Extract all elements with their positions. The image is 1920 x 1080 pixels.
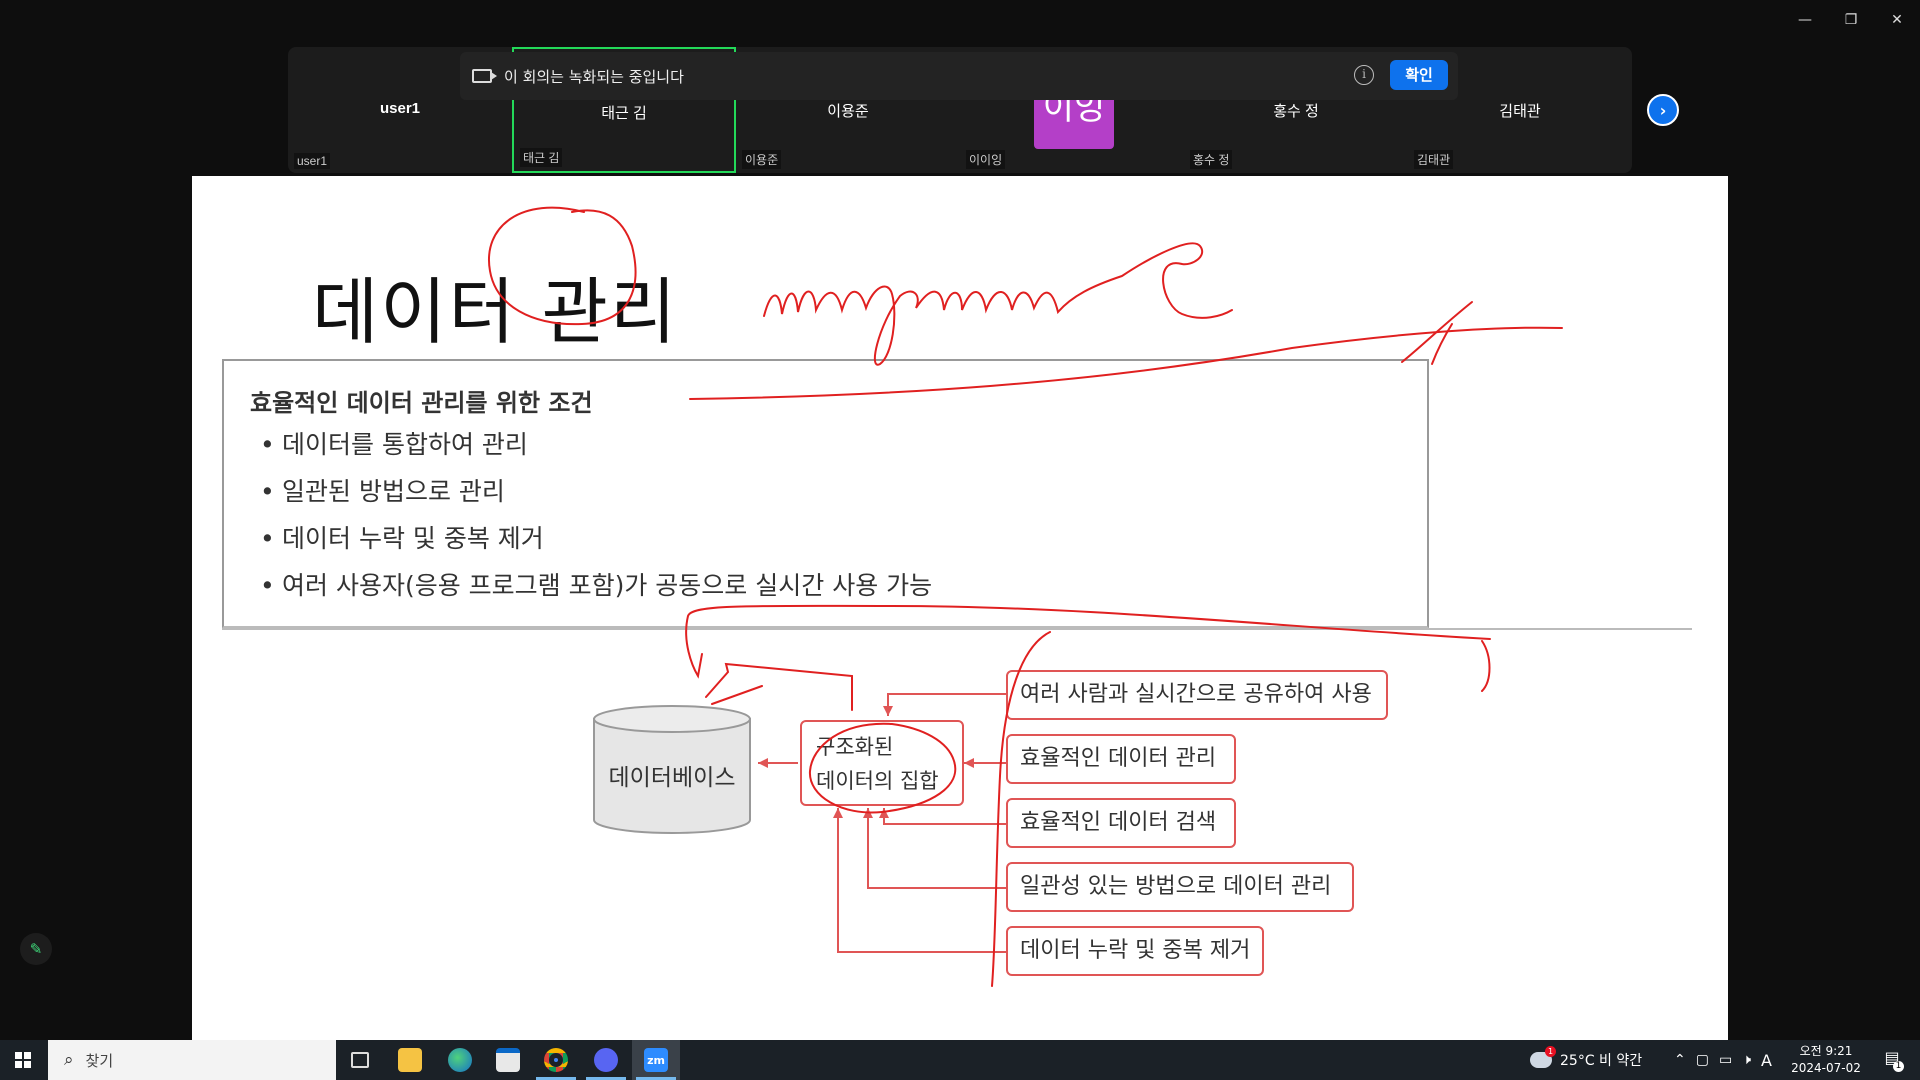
feature-box: 효율적인 데이터 검색 <box>1006 798 1236 848</box>
edge-icon <box>448 1048 472 1072</box>
cloud-rain-icon: 1 <box>1530 1046 1556 1068</box>
chrome-icon <box>544 1048 568 1072</box>
chrome-button[interactable] <box>532 1040 580 1080</box>
participant-label: 김태관 <box>1414 150 1454 169</box>
store-icon <box>496 1048 520 1072</box>
participant-name: 이용준 <box>827 103 869 120</box>
search-icon: ⌕ <box>64 1050 74 1070</box>
feature-box: 효율적인 데이터 관리 <box>1006 734 1236 784</box>
conditions-list: 데이터를 통합하여 관리 일관된 방법으로 관리 데이터 누락 및 중복 제거 … <box>254 427 932 615</box>
edge-button[interactable] <box>436 1040 484 1080</box>
start-button[interactable] <box>0 1040 46 1080</box>
chevron-right-icon: › <box>1659 100 1667 120</box>
list-item: 데이터 누락 및 중복 제거 <box>254 521 932 568</box>
notification-center-button[interactable]: ▤ 1 <box>1880 1048 1904 1072</box>
discord-icon <box>594 1048 618 1072</box>
ink-cross-mark <box>1401 301 1473 363</box>
participant-label: user1 <box>294 153 331 169</box>
file-explorer-button[interactable] <box>386 1040 434 1080</box>
recording-notice-banner: 이 회의는 녹화되는 중입니다 i 확인 <box>460 52 1458 100</box>
conditions-box: 효율적인 데이터 관리를 위한 조건 데이터를 통합하여 관리 일관된 방법으로… <box>222 359 1429 628</box>
pen-icon: ✎ <box>29 940 43 958</box>
windows-logo-icon <box>15 1052 31 1068</box>
minimize-button[interactable]: — <box>1782 0 1828 40</box>
zoom-button[interactable]: zm <box>632 1040 680 1080</box>
gallery-next-page-button[interactable]: › <box>1647 94 1679 126</box>
center-line-2: 데이터의 집합 <box>816 769 939 793</box>
participant-label: 이용준 <box>742 150 782 169</box>
participant-name: 태근 김 <box>601 105 647 122</box>
window-controls: — ❐ ✕ <box>1782 0 1920 40</box>
database-cylinder-top <box>593 705 751 733</box>
task-view-icon <box>351 1052 369 1068</box>
weather-widget[interactable]: 1 25°C 비 약간 <box>1530 1040 1642 1080</box>
search-placeholder: 찾기 <box>85 1051 114 1070</box>
feature-box: 데이터 누락 및 중복 제거 <box>1006 926 1264 976</box>
list-item: 데이터를 통합하여 관리 <box>254 427 932 474</box>
discord-button[interactable] <box>582 1040 630 1080</box>
slide-title: 데이터 관리 <box>312 270 679 354</box>
task-view-button[interactable] <box>336 1040 384 1080</box>
participant-label: 홍수 정 <box>1190 150 1233 169</box>
windows-taskbar: ⌕ 찾기 zm 1 25°C 비 약간 ⌃ ▢ ▭ 🕨 A 오전 9:21 20… <box>0 1040 1920 1080</box>
input-method-indicator[interactable]: A <box>1761 1051 1772 1070</box>
clock-date: 2024-07-02 <box>1791 1061 1861 1075</box>
annotate-pen-button[interactable]: ✎ <box>20 933 52 965</box>
feature-box: 일관성 있는 방법으로 데이터 관리 <box>1006 862 1354 912</box>
notification-count-badge: 1 <box>1893 1061 1904 1072</box>
conditions-title: 효율적인 데이터 관리를 위한 조건 <box>250 389 593 417</box>
meet-now-icon[interactable]: ▢ <box>1696 1052 1709 1068</box>
list-item: 여러 사용자(응용 프로그램 포함)가 공동으로 실시간 사용 가능 <box>254 568 932 615</box>
zoom-icon: zm <box>644 1048 668 1072</box>
confirm-button[interactable]: 확인 <box>1390 60 1448 90</box>
close-button[interactable]: ✕ <box>1874 0 1920 40</box>
database-label: 데이터베이스 <box>608 765 736 791</box>
volume-icon[interactable]: 🕨 <box>1742 1052 1751 1068</box>
ink-cross-mark <box>1431 323 1453 365</box>
participant-name: user1 <box>379 100 421 117</box>
participant-label: 이이잉 <box>966 150 1006 169</box>
taskbar-clock[interactable]: 오전 9:21 2024-07-02 <box>1790 1043 1862 1077</box>
structured-data-box: 구조화된 데이터의 집합 <box>800 720 964 806</box>
list-item: 일관된 방법으로 관리 <box>254 474 932 521</box>
clock-time: 오전 9:21 <box>1799 1044 1853 1058</box>
divider <box>222 628 1692 630</box>
taskbar-search-box[interactable]: ⌕ 찾기 <box>48 1040 336 1080</box>
folder-icon <box>398 1048 422 1072</box>
ink-handwriting-management <box>763 242 1233 366</box>
network-icon[interactable]: ▭ <box>1719 1052 1732 1068</box>
participant-name: 김태관 <box>1499 103 1541 120</box>
weather-text: 25°C 비 약간 <box>1560 1053 1643 1069</box>
center-line-1: 구조화된 <box>816 735 894 759</box>
shared-screen-slide: 데이터 관리 효율적인 데이터 관리를 위한 조건 데이터를 통합하여 관리 일… <box>192 176 1728 1040</box>
video-camera-icon <box>472 69 497 83</box>
ink-connector <box>705 662 853 711</box>
participant-name: 홍수 정 <box>1273 103 1319 120</box>
chevron-up-icon[interactable]: ⌃ <box>1674 1052 1686 1068</box>
feature-box: 여러 사람과 실시간으로 공유하여 사용 <box>1006 670 1388 720</box>
participant-label: 태근 김 <box>520 148 563 167</box>
recording-notice-text: 이 회의는 녹화되는 중입니다 <box>504 67 684 86</box>
store-button[interactable] <box>484 1040 532 1080</box>
restore-button[interactable]: ❐ <box>1828 0 1874 40</box>
system-tray: ⌃ ▢ ▭ 🕨 A <box>1674 1040 1772 1080</box>
weather-alert-badge: 1 <box>1545 1046 1556 1057</box>
info-icon[interactable]: i <box>1354 65 1374 85</box>
